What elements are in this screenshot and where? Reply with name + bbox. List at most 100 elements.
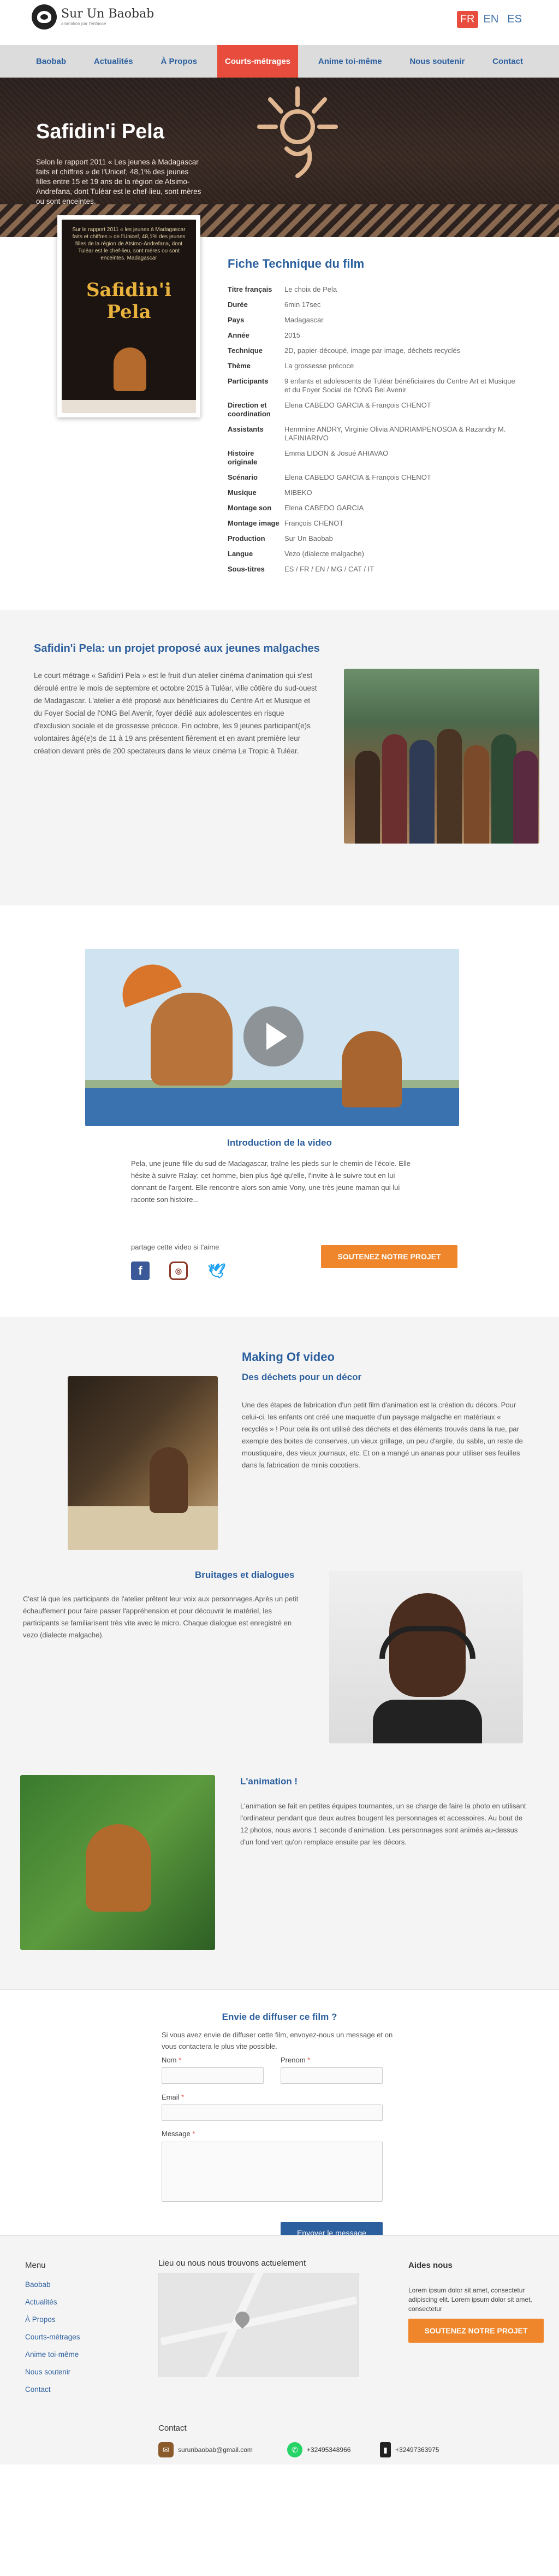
nom-input[interactable]	[162, 2067, 264, 2084]
diffusion-form-section: Envie de diffuser ce film ? Si vous avez…	[0, 1989, 559, 2244]
fiche-key: Musique	[228, 488, 257, 497]
making-block-text: Une des étapes de fabrication d'un petit…	[242, 1401, 523, 1469]
footer: Menu Baobab Actualités À Propos Courts-m…	[0, 2235, 559, 2465]
video-section: Introduction de la video Pela, une jeune…	[0, 905, 559, 1317]
fiche-row: Sous-titres ES / FR / EN / MG / CAT / IT	[228, 562, 522, 577]
nav-a-propos[interactable]: À Propos	[153, 45, 205, 78]
fiche-value: La grossesse précoce	[284, 362, 354, 370]
recording-photo	[329, 1571, 523, 1743]
fiche-row: Participants 9 enfants et adolescents de …	[228, 374, 522, 398]
nav-courts-metrages[interactable]: Courts-métrages	[217, 45, 299, 78]
video-title: Introduction de la video	[227, 1137, 332, 1148]
lang-en[interactable]: EN	[480, 11, 502, 28]
fiche-value: Madagascar	[284, 316, 324, 324]
fiche-value: 6min 17sec	[284, 300, 321, 309]
prenom-input[interactable]	[281, 2067, 383, 2084]
footer-link-nous-soutenir[interactable]: Nous soutenir	[25, 2368, 70, 2376]
projet-section: Safidin'i Pela: un projet proposé aux je…	[0, 610, 559, 905]
support-project-button[interactable]: SOUTENEZ NOTRE PROJET	[408, 2319, 544, 2343]
footer-link-actualites[interactable]: Actualités	[25, 2298, 57, 2306]
fiche-key: Histoire originale	[228, 449, 258, 466]
projet-text: Le court métrage « Safidin'i Pela » est …	[34, 671, 317, 755]
video-synopsis: Pela, une jeune fille du sud de Madagasc…	[131, 1159, 411, 1204]
fiche-value: Elena CABEDO GARCIA	[284, 504, 364, 512]
nav-actualites[interactable]: Actualités	[86, 45, 141, 78]
making-block-text: L'animation se fait en petites équipes t…	[240, 1802, 526, 1846]
twitter-icon[interactable]: 🕊	[207, 1262, 226, 1280]
nav-contact[interactable]: Contact	[485, 45, 531, 78]
support-project-button[interactable]: SOUTENEZ NOTRE PROJET	[321, 1245, 457, 1268]
nav-anime-toi-meme[interactable]: Anime toi-même	[311, 45, 390, 78]
making-block-title: L'animation !	[240, 1776, 298, 1787]
fiche-key: Scénario	[228, 473, 258, 481]
fiche-key: Pays	[228, 316, 245, 324]
hero-intro-text: Selon le rapport 2011 « Les jeunes à Mad…	[36, 158, 201, 205]
language-switcher: FR EN ES	[456, 11, 525, 28]
footer-link-anime-toi-meme[interactable]: Anime toi-même	[25, 2350, 79, 2359]
footer-link-baobab[interactable]: Baobab	[25, 2280, 51, 2289]
fiche-row: Montage son Elena CABEDO GARCIA	[228, 500, 522, 516]
fiche-value: Sur Un Baobab	[284, 534, 333, 543]
making-block-title: Des déchets pour un décor	[242, 1372, 362, 1382]
fiche-technique-section: Sur le rapport 2011 « les jeunes à Madag…	[0, 215, 559, 610]
play-icon[interactable]	[243, 1006, 304, 1066]
footer-link-contact[interactable]: Contact	[25, 2385, 51, 2394]
fiche-value: François CHENOT	[284, 519, 344, 527]
fiche-row: Montage image François CHENOT	[228, 516, 522, 531]
fiche-row: Langue Vezo (dialecte malgache)	[228, 546, 522, 562]
fiche-value: 2015	[284, 331, 300, 339]
footer-menu-title: Menu	[25, 2261, 46, 2270]
contact-email[interactable]: ✉ surunbaobab@gmail.com	[158, 2442, 253, 2457]
contact-whatsapp[interactable]: ✆ +32495348966	[287, 2442, 350, 2457]
fiche-row: Assistants Henrmine ANDRY, Virginie Olivi…	[228, 422, 522, 446]
fiche-row: Titre français Le choix de Pela	[228, 282, 522, 297]
fiche-value: Le choix de Pela	[284, 285, 337, 293]
hero-banner: Safidin'i Pela Selon le rapport 2011 « L…	[0, 78, 559, 237]
animation-photo	[20, 1775, 215, 1950]
footer-link-a-propos[interactable]: À Propos	[25, 2315, 56, 2324]
fiche-value: Emma LIDON & Josué AHIAVAO	[284, 449, 389, 457]
phone-icon: ▮	[380, 2442, 391, 2457]
share-label: partage cette video si t'aime	[131, 1243, 219, 1251]
fiche-title: Fiche Technique du film	[228, 257, 365, 270]
logo[interactable]: Sur Un Baobab animation par l'enfance	[32, 4, 154, 30]
group-photo	[344, 669, 539, 844]
email-label: Email *	[162, 2093, 185, 2101]
nav-baobab[interactable]: Baobab	[28, 45, 74, 78]
fiche-key: Durée	[228, 300, 248, 309]
location-map[interactable]	[158, 2273, 359, 2377]
lang-es[interactable]: ES	[504, 11, 525, 28]
fiche-row: Scénario Elena CABEDO GARCIA & François C…	[228, 470, 522, 485]
contact-phone[interactable]: ▮ +32497363975	[380, 2442, 439, 2457]
main-nav: Baobab Actualités À Propos Courts-métrag…	[0, 45, 559, 78]
fiche-key: Participants	[228, 377, 269, 385]
fiche-key: Direction et coordination	[228, 401, 271, 418]
decor-photo	[68, 1376, 218, 1550]
footer-link-courts-metrages[interactable]: Courts-métrages	[25, 2333, 80, 2341]
fiche-key: Sous-titres	[228, 565, 265, 573]
fiche-key: Technique	[228, 346, 263, 355]
fiche-row: Musique MIBEKO	[228, 485, 522, 500]
film-poster: Sur le rapport 2011 « les jeunes à Madag…	[57, 215, 200, 417]
whatsapp-icon: ✆	[287, 2442, 302, 2457]
fiche-key: Assistants	[228, 425, 264, 433]
instagram-icon[interactable]: ◎	[169, 1262, 188, 1280]
fiche-value: ES / FR / EN / MG / CAT / IT	[284, 565, 374, 573]
fiche-key: Production	[228, 534, 265, 543]
facebook-icon[interactable]: f	[131, 1262, 150, 1280]
fiche-key: Thème	[228, 362, 251, 370]
lang-fr[interactable]: FR	[456, 11, 478, 28]
video-player[interactable]	[85, 949, 459, 1126]
message-label: Message *	[162, 2130, 195, 2138]
email-field[interactable]	[162, 2105, 383, 2121]
nav-nous-soutenir[interactable]: Nous soutenir	[402, 45, 472, 78]
nom-label: Nom *	[162, 2056, 182, 2064]
form-intro: Si vous avez envie de diffuser cette fil…	[162, 2031, 393, 2050]
aides-text: Lorem ipsum dolor sit amet, consectetur …	[408, 2286, 532, 2313]
fiche-value: Elena CABEDO GARCIA & François CHENOT	[284, 473, 431, 481]
fiche-value: 2D, papier-découpé, image par image, déc…	[284, 346, 461, 355]
fiche-row: Production Sur Un Baobab	[228, 531, 522, 546]
message-textarea[interactable]	[162, 2142, 383, 2202]
fiche-row: Histoire originale Emma LIDON & Josué AHI…	[228, 446, 522, 470]
poster-title: Safidin'i Pela	[86, 279, 172, 323]
